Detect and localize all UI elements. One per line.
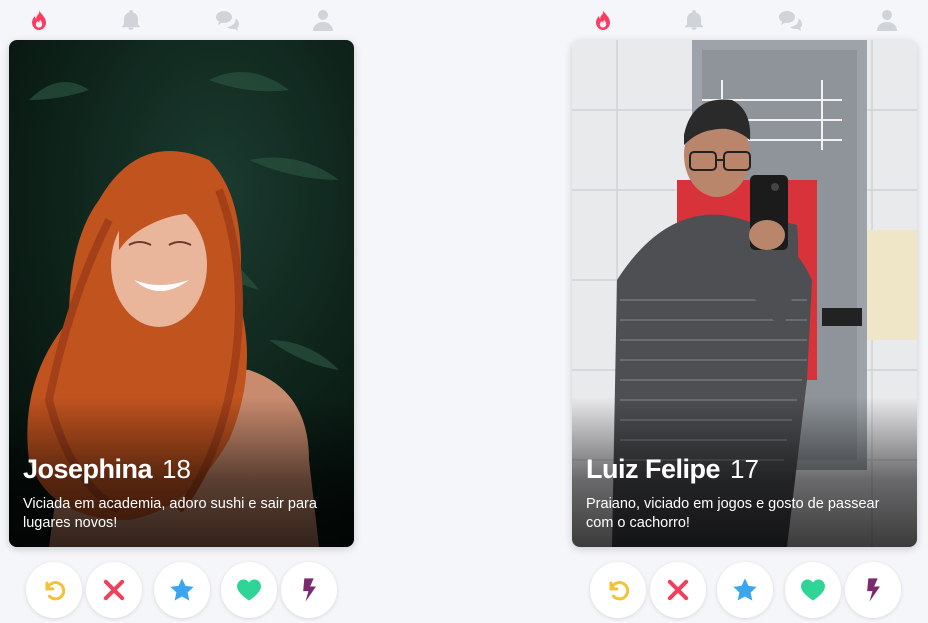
name-row: Josephina 18 (23, 454, 340, 485)
like-icon (801, 579, 825, 601)
nope-icon (667, 579, 689, 601)
profile-card[interactable]: Luiz Felipe 17 Praiano, viciado em jogos… (572, 40, 917, 547)
profile-name: Josephina (23, 454, 153, 484)
like-button[interactable] (785, 562, 841, 618)
profile-age: 18 (162, 454, 191, 484)
nope-button[interactable] (650, 562, 706, 618)
profile-panel-2: Luiz Felipe 17 Praiano, viciado em jogos… (572, 0, 917, 623)
top-nav (572, 6, 917, 34)
profile-icon[interactable] (309, 6, 337, 34)
boost-icon (303, 578, 316, 602)
top-nav (9, 6, 354, 34)
undo-icon (609, 581, 630, 601)
boost-button[interactable] (845, 562, 901, 618)
profile-bio: Praiano, viciado em jogos e gosto de pas… (586, 496, 880, 531)
flame-icon[interactable] (25, 6, 53, 34)
undo-button[interactable] (590, 562, 646, 618)
chat-icon[interactable] (776, 6, 804, 34)
profile-bio: Viciada em academia, adoro sushi e sair … (23, 496, 317, 531)
action-bar (572, 562, 917, 618)
profile-panel-1: Josephina 18 Viciada em academia, adoro … (9, 0, 354, 623)
bell-icon[interactable] (117, 6, 145, 34)
nope-icon (103, 579, 125, 601)
flame-icon[interactable] (589, 6, 617, 34)
super-like-icon (170, 578, 194, 601)
profile-card[interactable]: Josephina 18 Viciada em academia, adoro … (9, 40, 354, 547)
profile-name: Luiz Felipe (586, 454, 721, 484)
nope-button[interactable] (86, 562, 142, 618)
profile-info: Luiz Felipe 17 Praiano, viciado em jogos… (586, 454, 903, 533)
action-bar (9, 562, 354, 618)
boost-icon (867, 578, 880, 602)
profile-icon[interactable] (873, 6, 901, 34)
name-row: Luiz Felipe 17 (586, 454, 903, 485)
profile-age: 17 (730, 454, 759, 484)
undo-icon (45, 581, 66, 601)
like-button[interactable] (221, 562, 277, 618)
bell-icon[interactable] (680, 6, 708, 34)
chat-icon[interactable] (213, 6, 241, 34)
super-like-button[interactable] (717, 562, 773, 618)
undo-button[interactable] (26, 562, 82, 618)
like-icon (237, 579, 261, 601)
super-like-button[interactable] (154, 562, 210, 618)
profile-info: Josephina 18 Viciada em academia, adoro … (23, 454, 340, 533)
boost-button[interactable] (281, 562, 337, 618)
super-like-icon (733, 578, 757, 601)
